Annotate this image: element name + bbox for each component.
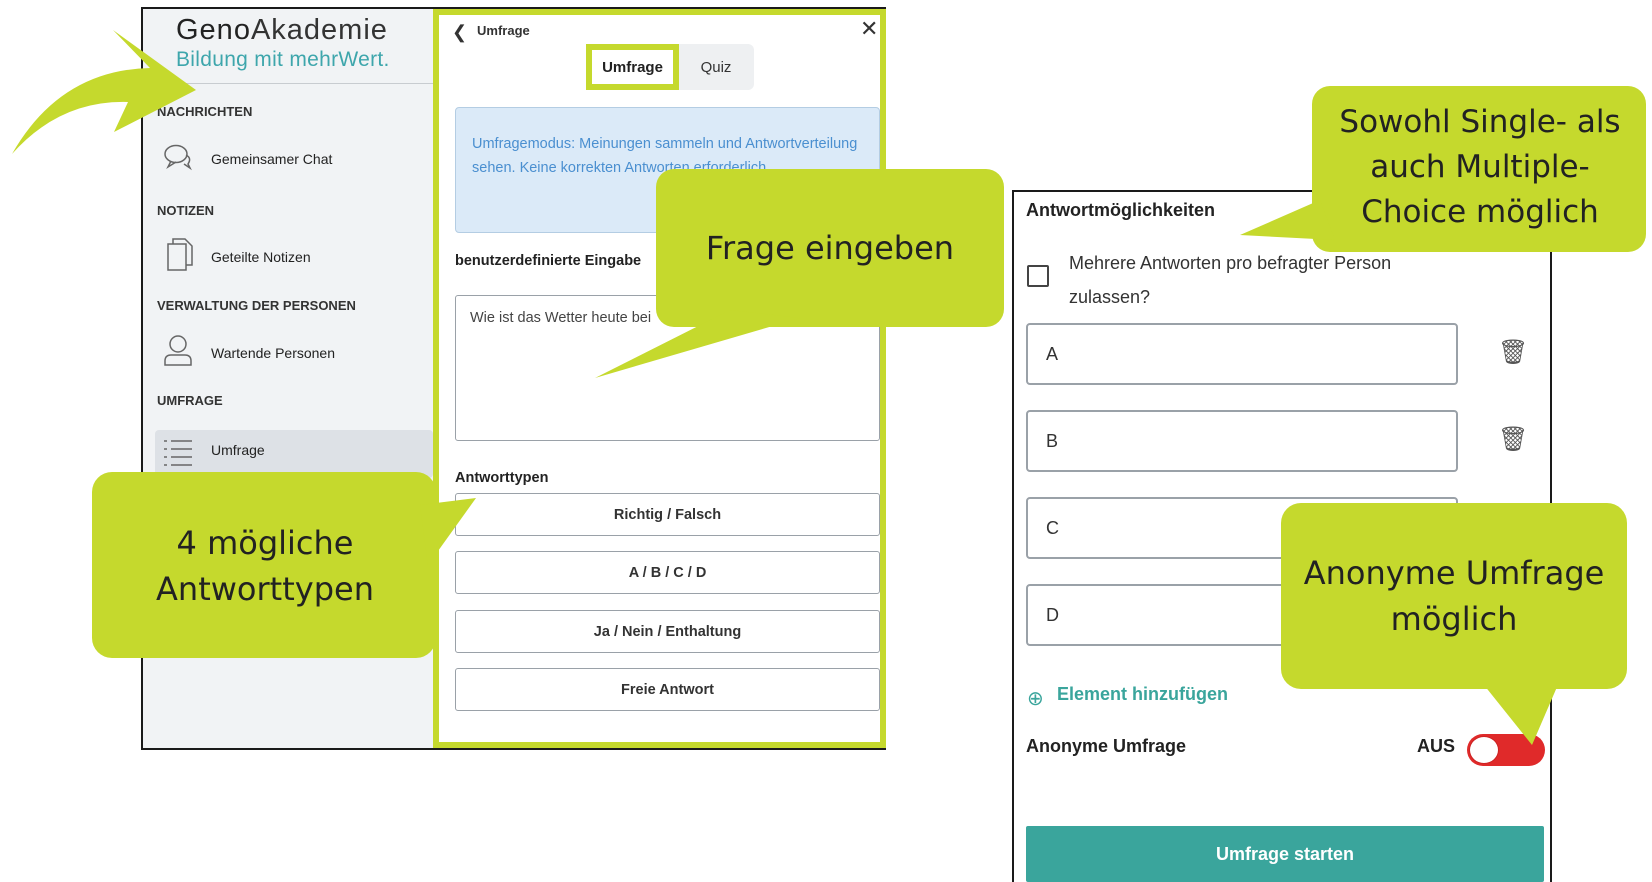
callout-question-text: Frage eingeben [705,229,955,267]
arrow-icon [12,30,196,154]
callout-anon-text: Anonyme Umfrage möglich [1303,554,1605,638]
callout-types-text: 4 mögliche Antworttypen [156,524,374,608]
callout-question [595,169,1004,378]
callout-choice-text: Sowohl Single- als auch Multiple-Choice … [1339,104,1621,230]
